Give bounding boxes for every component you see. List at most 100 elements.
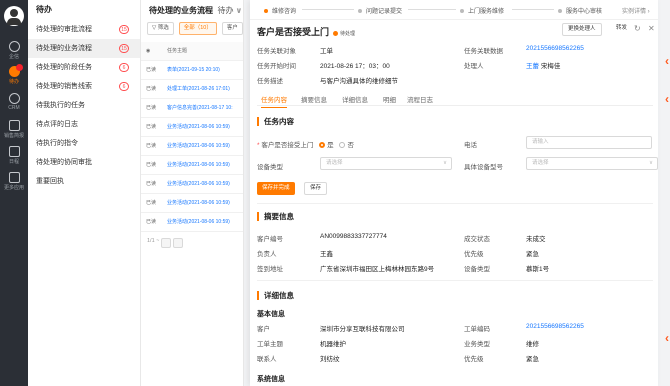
step-2[interactable]: 问题记录提交 <box>358 6 402 15</box>
rail-item-calendar[interactable]: 日程 <box>0 146 28 165</box>
device-type-select[interactable]: 请选择 ∨ <box>320 157 452 170</box>
table-row[interactable]: 已读 业务活动(2021-08-06 10:59) <box>141 212 243 232</box>
table-row[interactable]: 已读 表单(2021-09-15 20:10) <box>141 60 243 80</box>
todo-item-my-tasks[interactable]: 待我执行的任务 <box>28 96 140 115</box>
field-value: 未成交 <box>526 236 546 243</box>
table-row[interactable]: 已读 业务活动(2021-08-06 10:59) <box>141 193 243 213</box>
section-task-content: 任务内容 <box>257 117 294 126</box>
annotation-arrow-icon: ‹ <box>665 92 669 106</box>
table-row[interactable]: 已读 业务活动(2021-08-06 10:59) <box>141 155 243 175</box>
task-subject-link[interactable]: 表单(2021-09-15 20:10) <box>167 60 243 80</box>
change-handler-button[interactable]: 更换处理人 <box>562 23 602 36</box>
filter-customer-chip[interactable]: 客户 <box>221 22 243 35</box>
col-header-subject: 任务主题 <box>167 42 243 61</box>
chevron-down-icon: ∨ <box>442 160 447 166</box>
prev-page-button[interactable] <box>161 237 172 248</box>
task-subject-link[interactable]: 业务活动(2021-08-06 10:59) <box>167 174 243 194</box>
todo-item-receipts[interactable]: 重要回执 <box>28 172 140 191</box>
field-value: 维修 <box>526 341 539 348</box>
table-row[interactable]: 已读 客户信息完善(2021-08-17 10: <box>141 98 243 118</box>
step-4[interactable]: 服务中心审核 <box>558 6 602 15</box>
read-status: 已读 <box>141 117 167 137</box>
next-page-button[interactable] <box>173 237 184 248</box>
task-subject-link[interactable]: 业务活动(2021-08-06 10:59) <box>167 136 243 156</box>
table-row[interactable]: 已读 业务活动(2021-08-06 10:59) <box>141 136 243 156</box>
annotation-arrow-icon: ‹ <box>665 54 669 68</box>
tab-items[interactable]: 明细 <box>383 94 396 104</box>
device-model-select[interactable]: 请选择 ∨ <box>526 157 658 170</box>
read-status: 已读 <box>141 79 167 99</box>
section-details: 详细信息 <box>257 291 294 300</box>
radio-yes[interactable] <box>319 142 326 149</box>
field-value: 慕斯1号 <box>526 266 550 273</box>
read-status: 已读 <box>141 193 167 213</box>
close-icon[interactable]: ✕ <box>648 24 655 33</box>
task-subject-link[interactable]: 处理工单(2021-08-26 17:01) <box>167 79 243 99</box>
chat-icon <box>8 41 20 52</box>
todo-item-business-process[interactable]: 待处理的业务流程 15 <box>28 39 140 58</box>
filter-all-chip[interactable]: 全部（10） <box>178 22 217 35</box>
todo-item-instructions[interactable]: 待执行的指令 <box>28 134 140 153</box>
forward-button[interactable]: 转发 <box>611 23 633 36</box>
todo-item-sales-leads[interactable]: 待处理的销售线索 6 <box>28 77 140 96</box>
tab-process-log[interactable]: 流程日志 <box>407 94 433 104</box>
detail-tabs: 任务内容 摘要信息 详细信息 明细 流程日志 <box>257 92 653 108</box>
avatar[interactable] <box>4 6 24 26</box>
handler-link[interactable]: 王蕾 <box>526 63 539 70</box>
task-subject-link[interactable]: 客户信息完善(2021-08-17 10: <box>167 98 243 118</box>
count-badge: 6 <box>119 63 129 72</box>
todo-item-stage-task[interactable]: 待处理的阶段任务 6 <box>28 58 140 77</box>
todo-item-collab-approval[interactable]: 待处理的协同审批 <box>28 153 140 172</box>
task-subject-link[interactable]: 业务活动(2021-08-06 10:59) <box>167 193 243 213</box>
step-1[interactable]: 维修咨询 <box>264 6 296 15</box>
rail-item-messages[interactable]: 企信 <box>0 41 28 60</box>
rail-item-crm[interactable]: CRM <box>0 93 28 111</box>
count-badge: 6 <box>119 82 129 91</box>
filter-button[interactable]: ▽ 筛选 <box>147 22 174 35</box>
read-status: 已读 <box>141 174 167 194</box>
read-status: 已读 <box>141 136 167 156</box>
count-badge: 15 <box>119 25 129 34</box>
step-3[interactable]: 上门服务维修 <box>460 6 504 15</box>
rail-item-more-apps[interactable]: 更多应用 <box>0 172 28 191</box>
chevron-down-icon: ∨ <box>648 160 653 166</box>
task-subject-link[interactable]: 业务活动(2021-08-06 10:59) <box>167 212 243 232</box>
notification-dot <box>16 64 23 71</box>
todo-panel: 待办 待处理的审批流程 15 待处理的业务流程 15 待处理的阶段任务 6 待处理的销… <box>28 0 141 386</box>
status-badge: 待处理 <box>333 30 355 37</box>
refresh-icon[interactable]: ↻ <box>634 24 641 33</box>
rail-item-sales-report[interactable]: 销售简报 <box>0 120 28 139</box>
field-value: 紧急 <box>526 356 539 363</box>
clock-icon <box>8 93 20 104</box>
todo-item-approval[interactable]: 待处理的审批流程 15 <box>28 20 140 39</box>
process-list-title: 待处理的业务流程 待办 ∨ <box>149 6 243 15</box>
save-and-complete-button[interactable]: 保存并完成 <box>257 182 295 195</box>
task-subject-link[interactable]: 业务活动(2021-08-06 10:59) <box>167 155 243 175</box>
save-button[interactable]: 保存 <box>304 182 328 195</box>
annotation-arrow-icon: ‹ <box>665 331 669 345</box>
table-row[interactable]: 已读 业务活动(2021-08-06 10:59) <box>141 174 243 194</box>
grid-icon <box>8 172 20 183</box>
table-row[interactable]: 已读 业务活动(2021-08-06 10:59) <box>141 117 243 137</box>
task-subject-link[interactable]: 业务活动(2021-08-06 10:59) <box>167 117 243 137</box>
tab-details[interactable]: 详细信息 <box>342 94 368 104</box>
process-table: ◉ 任务主题 已读 表单(2021-09-15 20:10) 已读 处理工单(2021-… <box>141 42 243 232</box>
related-data-link[interactable]: 2021556698562265 <box>526 45 584 52</box>
section-summary: 摘要信息 <box>257 212 294 221</box>
field-value: 紧急 <box>526 251 539 258</box>
work-order-link[interactable]: 2021556698562265 <box>526 323 584 330</box>
subsection-system-info: 系统信息 <box>257 376 285 383</box>
rail-item-todo[interactable]: 待办 <box>0 64 28 85</box>
tab-task-content[interactable]: 任务内容 <box>261 94 287 108</box>
table-row[interactable]: 已读 处理工单(2021-08-26 17:01) <box>141 79 243 99</box>
instance-detail-link[interactable]: 实例详情 › <box>622 6 650 15</box>
tab-summary[interactable]: 摘要信息 <box>301 94 327 104</box>
phone-input[interactable]: 请输入 <box>526 136 652 149</box>
todo-item-logs[interactable]: 待点评的日志 <box>28 115 140 134</box>
task-title: 客户是否接受上门 待处理 <box>257 27 356 37</box>
radio-no[interactable] <box>339 142 346 149</box>
report-icon <box>8 120 20 131</box>
process-list-panel: 待处理的业务流程 待办 ∨ ▽ 筛选 全部（10） 客户 ◉ 任务主题 已读 表单(… <box>141 0 244 386</box>
read-status: 已读 <box>141 155 167 175</box>
read-status: 已读 <box>141 98 167 118</box>
